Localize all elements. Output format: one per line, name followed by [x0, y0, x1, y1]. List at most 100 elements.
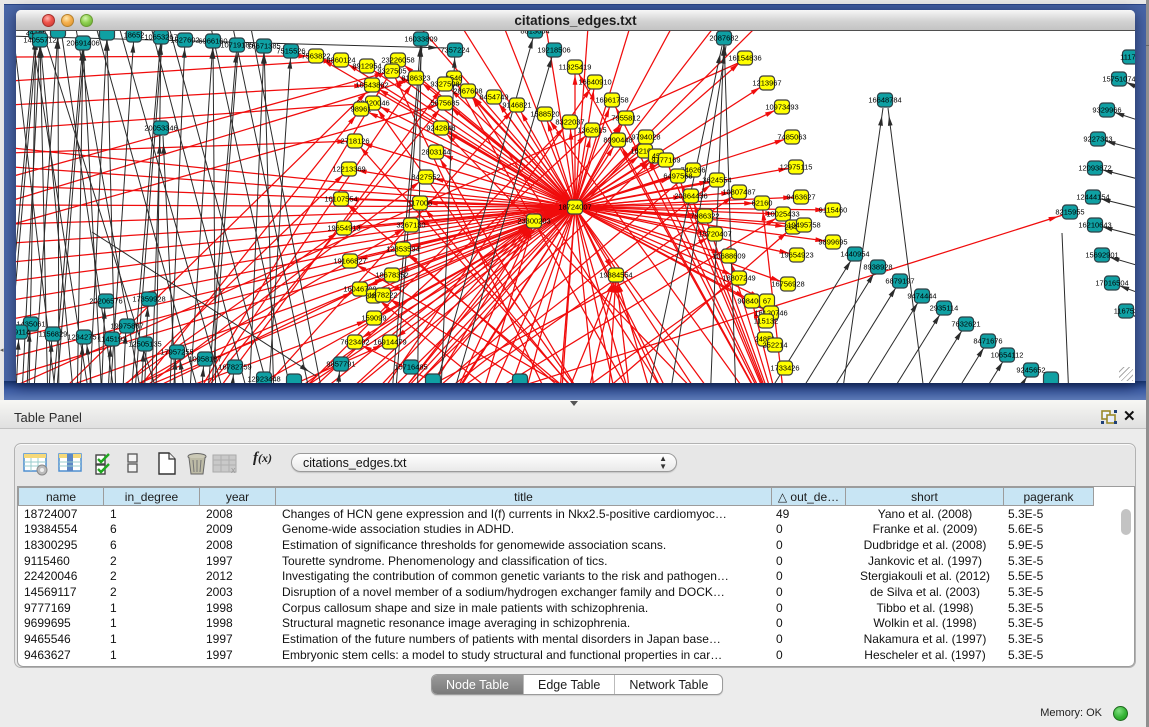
svg-text:9242848: 9242848 [426, 124, 455, 133]
svg-text:12342757: 12342757 [67, 333, 100, 342]
svg-text:12923448: 12923448 [247, 375, 280, 384]
svg-text:9474444: 9474444 [907, 292, 936, 301]
svg-text:16640910: 16640910 [578, 78, 611, 87]
svg-text:19654913: 19654913 [327, 224, 360, 233]
svg-text:15692901: 15692901 [1085, 251, 1118, 260]
svg-text:1440954: 1440954 [840, 250, 869, 259]
svg-text:1145193: 1145193 [98, 335, 127, 344]
svg-text:6879197: 6879197 [885, 277, 914, 286]
svg-text:16210643: 16210643 [1078, 221, 1111, 230]
svg-text:20206576: 20206576 [89, 297, 122, 306]
svg-text:9794028: 9794028 [631, 133, 660, 142]
svg-text:1878222: 1878222 [368, 291, 397, 300]
svg-text:10654112: 10654112 [991, 351, 1024, 360]
svg-text:2935114: 2935114 [930, 304, 959, 313]
svg-text:67: 67 [763, 297, 771, 306]
svg-text:12505135: 12505135 [128, 340, 161, 349]
svg-text:1156829: 1156829 [39, 330, 68, 339]
svg-text:10973493: 10973493 [765, 103, 798, 112]
svg-text:117006: 117006 [408, 199, 432, 208]
svg-text:9245652: 9245652 [1016, 366, 1045, 375]
svg-text:8427552: 8427552 [411, 173, 440, 182]
svg-text:15720407: 15720407 [698, 230, 731, 239]
svg-text:9329966: 9329966 [1092, 106, 1121, 115]
svg-text:2803144: 2803144 [421, 148, 450, 157]
svg-text:8990448: 8990448 [603, 136, 632, 145]
svg-text:16154836: 16154836 [728, 54, 761, 63]
svg-text:18724007: 18724007 [558, 203, 591, 212]
svg-text:23226058: 23226058 [381, 56, 414, 65]
svg-text:12213369: 12213369 [332, 165, 365, 174]
svg-text:8813054: 8813054 [520, 31, 549, 36]
svg-text:9227343: 9227343 [1083, 135, 1112, 144]
svg-text:16648784: 16648784 [868, 96, 901, 105]
svg-text:16782759: 16782759 [218, 363, 251, 372]
svg-text:1733426: 1733426 [770, 364, 799, 373]
svg-text:8471676: 8471676 [973, 337, 1002, 346]
svg-text:16961758: 16961758 [595, 96, 628, 105]
svg-text:159099: 159099 [361, 314, 386, 323]
svg-text:9463627: 9463627 [786, 193, 815, 202]
svg-text:19384554: 19384554 [599, 271, 632, 280]
svg-text:6497568: 6497568 [663, 172, 692, 181]
svg-text:12093872: 12093872 [1078, 164, 1111, 173]
svg-text:18652: 18652 [124, 31, 145, 40]
svg-text:1362615: 1362615 [577, 126, 606, 135]
svg-text:16107554: 16107554 [324, 195, 357, 204]
svg-text:8215955: 8215955 [1055, 208, 1084, 217]
svg-text:19166827: 19166827 [333, 257, 366, 266]
svg-text:252214: 252214 [762, 341, 787, 350]
svg-text:23300203: 23300203 [517, 217, 550, 226]
svg-text:11325419: 11325419 [559, 63, 592, 72]
svg-text:10958187: 10958187 [188, 355, 221, 364]
svg-text:10807487: 10807487 [722, 188, 755, 197]
svg-text:10688609: 10688609 [712, 252, 745, 261]
svg-text:7986322: 7986322 [690, 212, 719, 221]
svg-text:8938928: 8938928 [863, 263, 892, 272]
svg-text:1527602: 1527602 [170, 36, 199, 45]
svg-text:19218506: 19218506 [537, 46, 570, 55]
svg-text:15751074: 15751074 [1102, 75, 1135, 84]
svg-text:2867608: 2867608 [453, 87, 482, 96]
svg-text:98961: 98961 [351, 105, 372, 114]
svg-text:12975115: 12975115 [780, 163, 813, 172]
svg-text:16756928: 16756928 [771, 280, 804, 289]
svg-text:20053346: 20053346 [144, 124, 177, 133]
svg-text:7623402: 7623402 [340, 338, 369, 347]
svg-text:62160: 62160 [752, 199, 773, 208]
svg-text:3267130: 3267130 [396, 221, 425, 230]
svg-text:19654923: 19654923 [780, 251, 813, 260]
svg-text:8186323: 8186323 [401, 74, 430, 83]
svg-text:5675685: 5675685 [430, 99, 459, 108]
svg-text:9115460: 9115460 [819, 206, 848, 215]
svg-text:12444154: 12444154 [1076, 193, 1109, 202]
svg-text:7485063: 7485063 [777, 133, 806, 142]
svg-text:9146821: 9146821 [502, 101, 531, 110]
svg-text:17359928: 17359928 [132, 295, 165, 304]
svg-text:18807249: 18807249 [722, 274, 755, 283]
svg-text:17016504: 17016504 [1095, 279, 1128, 288]
svg-text:10025433: 10025433 [766, 210, 799, 219]
svg-text:1213967: 1213967 [752, 79, 781, 88]
svg-text:16033809: 16033809 [404, 35, 437, 44]
svg-text:x: x [231, 465, 236, 475]
svg-text:2718126: 2718126 [340, 137, 369, 146]
svg-text:15716485: 15716485 [394, 363, 427, 372]
svg-text:3624554: 3624554 [702, 176, 731, 185]
svg-text:20364436: 20364436 [674, 192, 707, 201]
svg-text:7955812: 7955812 [611, 114, 640, 123]
svg-text:116753: 116753 [1114, 307, 1135, 316]
svg-text:16914479: 16914479 [373, 338, 406, 347]
svg-text:7632621: 7632621 [951, 320, 980, 329]
svg-text:19975887: 19975887 [110, 322, 143, 331]
svg-text:19495758: 19495758 [787, 221, 820, 230]
svg-text:16543862: 16543862 [355, 81, 388, 90]
svg-text:12353594: 12353594 [386, 245, 419, 254]
svg-text:115132: 115132 [754, 317, 778, 326]
svg-text:8860124: 8860124 [326, 56, 355, 65]
svg-text:7357224: 7357224 [440, 46, 469, 55]
svg-text:20691406: 20691406 [66, 39, 99, 48]
svg-text:11171: 11171 [1120, 53, 1135, 62]
svg-text:18678352: 18678352 [375, 271, 408, 280]
svg-text:2087682: 2087682 [709, 34, 738, 43]
